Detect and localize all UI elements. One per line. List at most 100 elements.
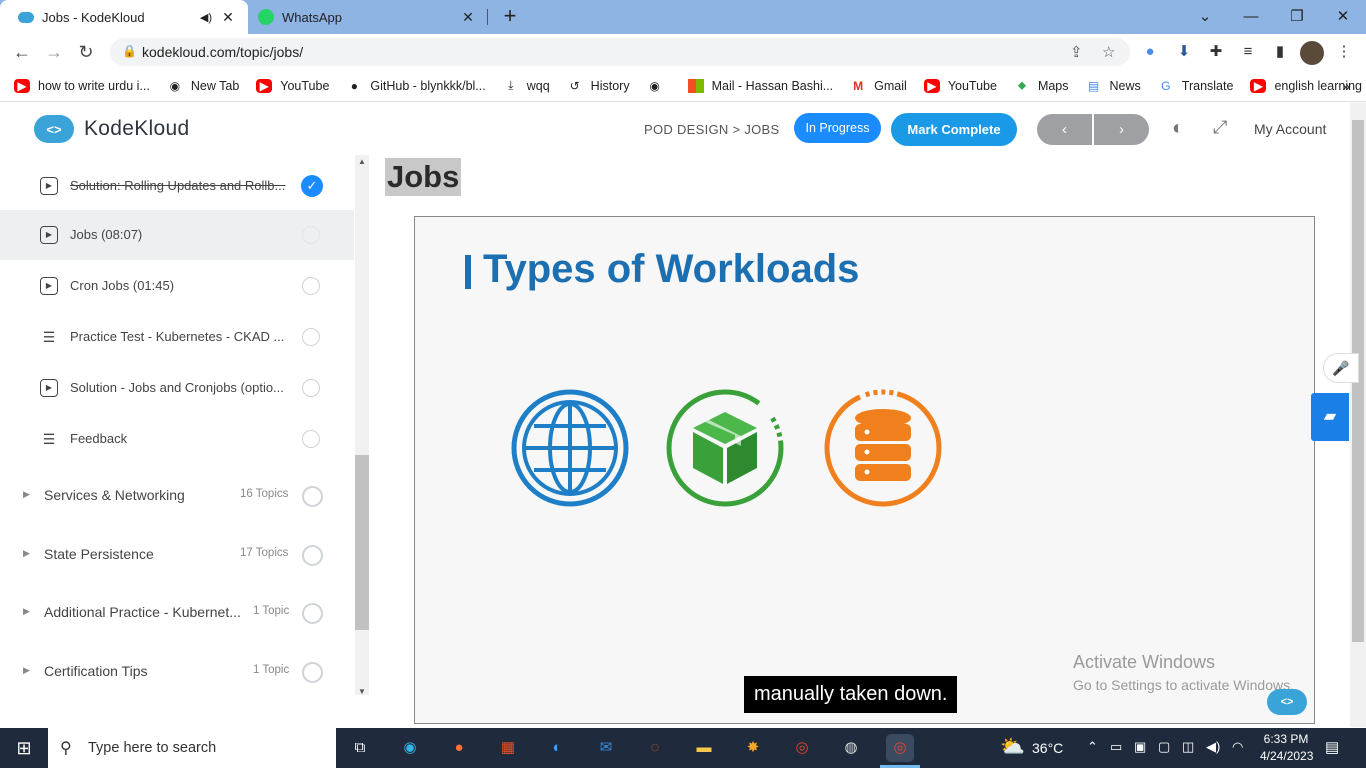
bookmark-item[interactable]: ▶ how to write urdu i... bbox=[14, 78, 150, 93]
more-bookmarks-icon[interactable]: » bbox=[1342, 78, 1350, 94]
minimize-button[interactable]: — bbox=[1228, 4, 1274, 30]
chrome-icon[interactable]: ◎ bbox=[788, 734, 816, 762]
file-explorer-icon[interactable]: ▬ bbox=[690, 734, 718, 762]
lesson-item[interactable]: ▶ Cron Jobs (01:45) bbox=[0, 261, 354, 311]
bookmark-item[interactable]: G Translate bbox=[1158, 79, 1233, 93]
tray-chevron-icon[interactable]: ⌃ bbox=[1087, 739, 1098, 755]
back-icon[interactable]: ← bbox=[10, 40, 34, 64]
bookmark-star-icon[interactable]: ☆ bbox=[1102, 43, 1115, 61]
task-view-icon[interactable]: ⧉ bbox=[346, 734, 374, 762]
completion-circle-icon[interactable] bbox=[302, 328, 320, 346]
wifi-icon[interactable]: ◠ bbox=[1232, 739, 1243, 755]
completion-circle-icon[interactable] bbox=[302, 379, 320, 397]
completion-circle-icon[interactable] bbox=[302, 486, 323, 507]
media-controls-icon[interactable]: ≡ bbox=[1238, 42, 1258, 62]
mark-complete-button[interactable]: Mark Complete bbox=[891, 113, 1017, 146]
forward-icon[interactable]: → bbox=[42, 40, 66, 64]
volume-icon[interactable]: ◀) bbox=[1206, 739, 1220, 755]
system-clock[interactable]: 6:33 PM 4/24/2023 bbox=[1260, 731, 1313, 765]
firefox-icon[interactable]: ● bbox=[445, 734, 473, 762]
windows-start-icon[interactable]: ⊞ bbox=[0, 728, 48, 768]
reload-icon[interactable]: ↻ bbox=[74, 40, 98, 64]
restore-button[interactable]: ❐ bbox=[1274, 4, 1320, 30]
scroll-down-icon[interactable]: ▼ bbox=[358, 687, 366, 696]
profile-avatar[interactable] bbox=[1300, 41, 1324, 65]
completion-circle-icon[interactable] bbox=[302, 277, 320, 295]
bookmark-item[interactable]: Mail - Hassan Bashi... bbox=[687, 78, 833, 93]
sidebar-scrollbar[interactable]: ▲ ▼ bbox=[355, 155, 369, 696]
expand-arrow-icon[interactable]: ▶ bbox=[23, 665, 30, 676]
dark-mode-icon[interactable]: ◐ bbox=[1172, 117, 1184, 140]
scroll-up-icon[interactable]: ▲ bbox=[358, 157, 366, 166]
microphone-extension-icon[interactable]: ● bbox=[1140, 42, 1160, 62]
completion-circle-icon[interactable] bbox=[302, 662, 323, 683]
fullscreen-icon[interactable]: ⤢ bbox=[1213, 117, 1227, 138]
microsoft-store-icon[interactable]: ▦ bbox=[494, 734, 522, 762]
close-window-button[interactable]: ✕ bbox=[1320, 4, 1366, 30]
next-lesson-button[interactable]: › bbox=[1094, 114, 1149, 145]
sidebar-scroll-thumb[interactable] bbox=[355, 455, 369, 630]
completion-circle-icon[interactable] bbox=[302, 603, 323, 624]
section-services-networking[interactable]: ▶ Services & Networking 16 Topics bbox=[0, 467, 354, 525]
bookmark-item[interactable]: ◉ bbox=[647, 79, 671, 93]
meet-now-icon[interactable]: ▢ bbox=[1158, 739, 1170, 755]
chrome-menu-icon[interactable]: ⋮ bbox=[1334, 42, 1354, 62]
app-shell-icon[interactable]: ◌ bbox=[641, 734, 669, 762]
bookmark-item[interactable]: ● GitHub - blynkkk/bl... bbox=[346, 79, 486, 93]
extensions-puzzle-icon[interactable]: ✚ bbox=[1206, 42, 1226, 62]
share-icon[interactable]: ⇪ bbox=[1070, 43, 1083, 61]
section-state-persistence[interactable]: ▶ State Persistence 17 Topics bbox=[0, 526, 354, 584]
tab-jobs-kodekloud[interactable]: Jobs - KodeKloud ◀) ✕ bbox=[0, 0, 248, 34]
chrome-active-icon[interactable]: ◎ bbox=[886, 734, 914, 762]
new-tab-button[interactable]: + bbox=[498, 5, 522, 29]
settings-app-icon[interactable]: ✸ bbox=[739, 734, 767, 762]
completed-check-icon[interactable]: ✓ bbox=[301, 175, 323, 197]
bookmark-item[interactable]: ▶ YouTube bbox=[256, 78, 329, 93]
weather-icon[interactable]: ⛅ bbox=[1000, 734, 1025, 759]
url-text[interactable]: kodekloud.com/topic/jobs/ bbox=[142, 44, 303, 60]
speaker-icon[interactable]: ◀) bbox=[200, 11, 212, 24]
my-account-link[interactable]: My Account bbox=[1254, 121, 1326, 137]
page-scrollbar[interactable] bbox=[1350, 103, 1366, 727]
completion-circle-icon[interactable] bbox=[302, 226, 320, 244]
network-device-icon[interactable]: ▣ bbox=[1134, 739, 1146, 755]
lesson-item[interactable]: ▶ Jobs (08:07) bbox=[0, 210, 354, 260]
obs-icon[interactable]: ◍ bbox=[837, 734, 865, 762]
lesson-item[interactable]: ▶ Solution: Rolling Updates and Rollb...… bbox=[0, 161, 354, 211]
previous-lesson-button[interactable]: ‹ bbox=[1037, 114, 1092, 145]
kodekloud-logo[interactable]: <> KodeKloud bbox=[34, 115, 189, 143]
lesson-item[interactable]: ▶ Solution - Jobs and Cronjobs (optio... bbox=[0, 363, 354, 413]
lock-icon[interactable]: 🔒 bbox=[122, 44, 137, 58]
mail-icon[interactable]: ✉ bbox=[592, 734, 620, 762]
chat-bubble-icon[interactable]: ▰ bbox=[1311, 393, 1349, 441]
bookmark-item[interactable]: ▤ News bbox=[1086, 79, 1141, 93]
in-progress-button[interactable]: In Progress bbox=[794, 113, 881, 143]
address-bar[interactable]: 🔒 kodekloud.com/topic/jobs/ ⇪ ☆ bbox=[110, 38, 1130, 66]
bookmark-item[interactable]: ⤓ wqq bbox=[503, 78, 550, 93]
completion-circle-icon[interactable] bbox=[302, 430, 320, 448]
phone-link-icon[interactable]: ◐ bbox=[543, 734, 571, 762]
bookmark-item[interactable]: ↺ History bbox=[567, 79, 630, 93]
download-extension-icon[interactable]: ⬇ bbox=[1174, 42, 1194, 62]
expand-arrow-icon[interactable]: ▶ bbox=[23, 548, 30, 559]
taskbar-search-input[interactable]: ⚲ Type here to search bbox=[48, 728, 336, 768]
expand-arrow-icon[interactable]: ▶ bbox=[23, 606, 30, 617]
bookmark-item[interactable]: ⬥ Maps bbox=[1014, 78, 1069, 93]
tab-whatsapp[interactable]: WhatsApp ✕ bbox=[248, 0, 488, 34]
section-certification-tips[interactable]: ▶ Certification Tips 1 Topic bbox=[0, 643, 354, 701]
section-additional-practice[interactable]: ▶ Additional Practice - Kubernet... 1 To… bbox=[0, 584, 354, 642]
video-player[interactable]: Types of Workloads Activate Windows Go t… bbox=[414, 216, 1315, 724]
display-icon[interactable]: ◫ bbox=[1182, 739, 1194, 755]
temperature[interactable]: 36°C bbox=[1032, 740, 1063, 756]
tab-search-icon[interactable]: ⌄ bbox=[1182, 4, 1228, 30]
completion-circle-icon[interactable] bbox=[302, 545, 323, 566]
side-panel-icon[interactable]: ▮ bbox=[1270, 42, 1290, 62]
lesson-item[interactable]: ☰ Practice Test - Kubernetes - CKAD ... bbox=[0, 312, 354, 362]
lesson-item[interactable]: ☰ Feedback bbox=[0, 414, 354, 464]
bookmark-item[interactable]: ▶ YouTube bbox=[923, 78, 997, 93]
close-tab-icon[interactable]: ✕ bbox=[218, 9, 238, 26]
expand-arrow-icon[interactable]: ▶ bbox=[23, 489, 30, 500]
bookmark-item[interactable]: M Gmail bbox=[850, 79, 907, 93]
battery-icon[interactable]: ▭ bbox=[1110, 739, 1122, 755]
microphone-float-icon[interactable]: 🎤 bbox=[1323, 353, 1359, 383]
